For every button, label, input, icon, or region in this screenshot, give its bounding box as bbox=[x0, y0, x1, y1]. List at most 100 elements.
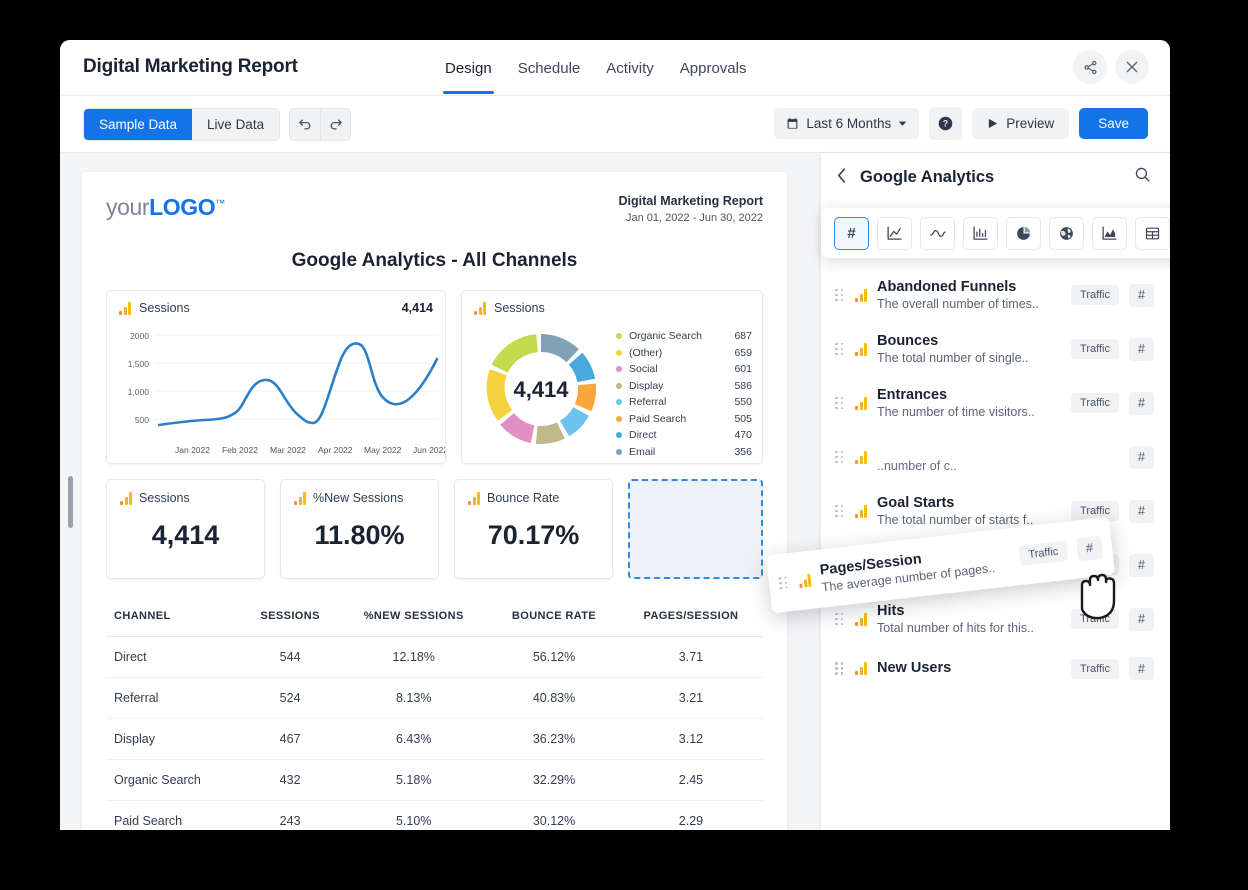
viz-bar-chart-button[interactable] bbox=[963, 217, 998, 250]
widget-drop-zone[interactable] bbox=[628, 479, 763, 579]
metric-type-icon[interactable]: # bbox=[1129, 392, 1154, 415]
legend-label: Direct bbox=[629, 429, 727, 441]
drag-handle-icon[interactable] bbox=[835, 397, 845, 410]
kpi-card-bounce-rate[interactable]: Bounce Rate 70.17% bbox=[454, 479, 613, 579]
share-button[interactable] bbox=[1073, 50, 1107, 84]
column-header-pages-session: PAGES/SESSION bbox=[619, 596, 763, 637]
viz-number-button[interactable]: # bbox=[834, 217, 869, 250]
tab-activity[interactable]: Activity bbox=[604, 42, 656, 94]
drag-handle-icon[interactable] bbox=[835, 662, 845, 675]
chevron-left-icon bbox=[837, 168, 846, 183]
report-meta: Digital Marketing Report Jan 01, 2022 - … bbox=[619, 194, 763, 224]
legend-item: (Other) 659 bbox=[616, 347, 752, 359]
vertical-scrollbar-thumb[interactable] bbox=[68, 476, 73, 528]
undo-icon bbox=[298, 117, 313, 132]
metric-type-icon[interactable]: # bbox=[1129, 338, 1154, 361]
legend-value: 659 bbox=[734, 347, 752, 359]
cell-pages-session: 3.71 bbox=[619, 637, 763, 678]
column-header-sessions: SESSIONS bbox=[242, 596, 338, 637]
viz-area-chart-button[interactable] bbox=[1092, 217, 1127, 250]
metric-item-abandoned-funnels[interactable]: Abandoned Funnels The overall number of … bbox=[835, 268, 1156, 322]
kpi-card-new-sessions[interactable]: %New Sessions 11.80% bbox=[280, 479, 439, 579]
google-analytics-icon bbox=[855, 397, 867, 410]
report-meta-daterange: Jan 01, 2022 - Jun 30, 2022 bbox=[619, 212, 763, 224]
svg-text:Apr 2022: Apr 2022 bbox=[318, 445, 353, 455]
redo-button[interactable] bbox=[320, 109, 350, 140]
help-button[interactable]: ? bbox=[929, 107, 962, 140]
save-button[interactable]: Save bbox=[1079, 108, 1148, 139]
metrics-panel-title: Google Analytics bbox=[860, 168, 1120, 187]
cell-channel: Display bbox=[106, 719, 242, 760]
live-data-button[interactable]: Live Data bbox=[192, 109, 279, 140]
legend-item: Direct 470 bbox=[616, 429, 752, 441]
sample-data-button[interactable]: Sample Data bbox=[84, 109, 192, 140]
metric-category-badge: Traffic bbox=[1071, 393, 1119, 413]
viz-globe-button[interactable] bbox=[1049, 217, 1084, 250]
visualization-type-bar: # bbox=[821, 208, 1170, 258]
cell-bounce-rate: 40.83% bbox=[489, 678, 619, 719]
question-circle-icon: ? bbox=[937, 115, 954, 132]
drag-handle-icon[interactable] bbox=[835, 343, 845, 356]
calendar-icon bbox=[786, 117, 799, 130]
legend-label: (Other) bbox=[629, 347, 727, 359]
tab-approvals[interactable]: Approvals bbox=[678, 42, 749, 94]
wave-chart-icon bbox=[929, 225, 947, 242]
drag-handle-icon[interactable] bbox=[835, 289, 845, 302]
drag-handle-icon[interactable] bbox=[778, 576, 789, 590]
google-analytics-icon bbox=[468, 492, 480, 505]
legend-item: Email 356 bbox=[616, 446, 752, 458]
metric-item-new-users[interactable]: New Users Traffic # bbox=[835, 646, 1156, 691]
preview-button[interactable]: Preview bbox=[972, 108, 1069, 139]
svg-text:Mar 2022: Mar 2022 bbox=[270, 445, 306, 455]
metrics-panel-header: Google Analytics bbox=[821, 153, 1170, 201]
tab-design[interactable]: Design bbox=[443, 42, 494, 94]
metric-type-icon[interactable]: # bbox=[1129, 500, 1154, 523]
title-bar: Digital Marketing Report Design Schedule… bbox=[60, 40, 1170, 96]
line-chart-icon bbox=[886, 225, 903, 242]
metric-item-exits[interactable]: Exits ..number of c.. Traffic # bbox=[835, 430, 1156, 484]
editor-body: yourLOGO™ Digital Marketing Report Jan 0… bbox=[60, 153, 1170, 830]
google-analytics-icon bbox=[120, 492, 132, 505]
google-analytics-icon bbox=[119, 302, 131, 315]
grabbing-hand-cursor bbox=[1070, 561, 1128, 625]
undo-button[interactable] bbox=[290, 109, 320, 140]
sessions-donut-chart-card[interactable]: Sessions bbox=[461, 290, 763, 464]
google-analytics-icon bbox=[798, 573, 811, 587]
column-header-bounce-rate: BOUNCE RATE bbox=[489, 596, 619, 637]
date-range-selector[interactable]: Last 6 Months bbox=[774, 108, 919, 139]
metric-type-icon[interactable]: # bbox=[1129, 284, 1154, 307]
metric-type-icon[interactable]: # bbox=[1129, 608, 1154, 631]
legend-item: Organic Search 687 bbox=[616, 330, 752, 342]
back-button[interactable] bbox=[837, 168, 846, 187]
metric-description: The overall number of times.. bbox=[877, 297, 1061, 311]
search-button[interactable] bbox=[1134, 166, 1151, 188]
legend-swatch bbox=[616, 333, 622, 339]
metric-item-entrances[interactable]: Entrances The number of time visitors.. … bbox=[835, 376, 1156, 430]
legend-value: 505 bbox=[734, 413, 752, 425]
kpi-card-sessions[interactable]: Sessions 4,414 bbox=[106, 479, 265, 579]
viz-table-button[interactable] bbox=[1135, 217, 1170, 250]
drag-handle-icon[interactable] bbox=[835, 505, 845, 518]
metric-type-icon[interactable]: # bbox=[1129, 446, 1154, 469]
cell-sessions: 467 bbox=[242, 719, 338, 760]
viz-wave-chart-button[interactable] bbox=[920, 217, 955, 250]
preview-label: Preview bbox=[1006, 116, 1054, 131]
close-button[interactable] bbox=[1115, 50, 1149, 84]
cell-new-sessions: 12.18% bbox=[338, 637, 489, 678]
sessions-line-chart-card[interactable]: Sessions 4,414 2000 1,500 1,000 bbox=[106, 290, 446, 464]
metric-item-bounces[interactable]: Bounces The total number of single.. Tra… bbox=[835, 322, 1156, 376]
metric-type-icon[interactable]: # bbox=[1129, 554, 1154, 577]
tab-schedule[interactable]: Schedule bbox=[516, 42, 583, 94]
drag-handle-icon[interactable] bbox=[835, 613, 845, 626]
charts-row: Sessions 4,414 2000 1,500 1,000 bbox=[106, 290, 763, 464]
viz-pie-chart-button[interactable] bbox=[1006, 217, 1041, 250]
page-title: Digital Marketing Report bbox=[83, 56, 298, 78]
viz-line-chart-button[interactable] bbox=[877, 217, 912, 250]
legend-swatch bbox=[616, 383, 622, 389]
toolbar-right-group: Last 6 Months ? Preview Save bbox=[774, 107, 1148, 140]
drag-handle-icon[interactable] bbox=[835, 451, 845, 464]
table-icon bbox=[1144, 225, 1161, 242]
metric-description: ..number of c.. bbox=[877, 459, 1061, 473]
window-actions bbox=[1073, 50, 1149, 84]
metric-type-icon[interactable]: # bbox=[1129, 657, 1154, 680]
